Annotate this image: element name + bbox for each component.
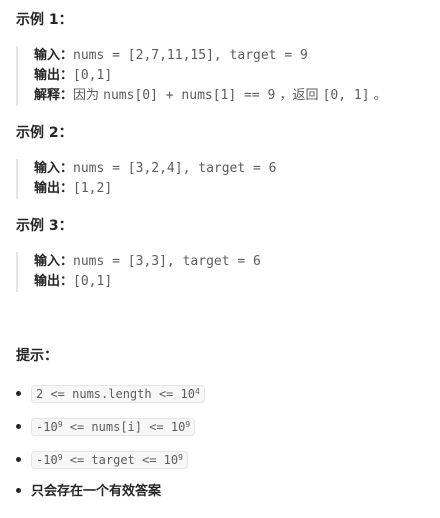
output-value: [0,1] xyxy=(73,274,113,289)
output-label: 输出： xyxy=(34,68,74,83)
hint-code-text: -10 xyxy=(36,453,58,467)
hint-code: -109 <= target <= 109 xyxy=(31,451,188,469)
input-label: 输入： xyxy=(34,48,74,63)
explain-label: 解释： xyxy=(34,88,74,103)
hint-code: 2 <= nums.length <= 104 xyxy=(31,385,205,403)
bullet-icon xyxy=(16,488,21,493)
hint-exponent: 9 xyxy=(57,420,63,429)
example-2-input: 输入：nums = [3,2,4], target = 6 xyxy=(34,159,436,179)
explain-code: nums[0] + nums[1] == 9 xyxy=(103,88,276,103)
input-label: 输入： xyxy=(34,254,74,269)
bullet-icon xyxy=(16,424,21,429)
hint-text: 只会存在一个有效答案 xyxy=(31,484,162,499)
bullet-icon xyxy=(16,391,21,396)
input-value: nums = [3,2,4], target = 6 xyxy=(73,161,277,176)
explain-result: [0, 1] xyxy=(322,88,370,103)
hint-exponent: 4 xyxy=(194,387,200,396)
hint-code: -109 <= nums[i] <= 109 xyxy=(31,418,196,436)
explain-suffix: 。 xyxy=(369,88,387,103)
hint-code-text: 2 <= nums.length <= 10 xyxy=(36,387,195,401)
example-2-heading: 示例 2： xyxy=(16,125,73,141)
example-1-output: 输出：[0,1] xyxy=(34,66,436,86)
input-label: 输入： xyxy=(34,161,74,176)
example-1-explanation: 解释：因为 nums[0] + nums[1] == 9 ，返回 [0, 1] … xyxy=(34,86,436,106)
example-3-block: 输入：nums = [3,3], target = 6 输出：[0,1] xyxy=(16,252,436,292)
example-1-heading: 示例 1： xyxy=(16,12,73,28)
input-value: nums = [2,7,11,15], target = 9 xyxy=(73,48,308,63)
hint-code-text: <= nums[i] <= 10 xyxy=(62,420,186,434)
hint-exponent: 9 xyxy=(178,453,183,462)
input-value: nums = [3,3], target = 6 xyxy=(73,254,261,269)
explain-prefix: 因为 xyxy=(73,88,104,103)
output-value: [1,2] xyxy=(73,181,113,196)
hint-item: 只会存在一个有效答案 xyxy=(16,481,161,503)
example-2-block: 输入：nums = [3,2,4], target = 6 输出：[1,2] xyxy=(16,159,436,199)
example-3-output: 输出：[0,1] xyxy=(34,272,436,292)
example-2-output: 输出：[1,2] xyxy=(34,179,436,199)
example-1-block: 输入：nums = [2,7,11,15], target = 9 输出：[0,… xyxy=(16,46,436,106)
explain-mid: ，返回 xyxy=(275,88,323,103)
output-label: 输出： xyxy=(34,274,74,289)
hint-exponent: 9 xyxy=(185,420,191,429)
example-1-input: 输入：nums = [2,7,11,15], target = 9 xyxy=(34,46,436,66)
hint-item: 2 <= nums.length <= 104 xyxy=(16,383,205,405)
bullet-icon xyxy=(16,457,21,462)
hint-item: -109 <= target <= 109 xyxy=(16,449,188,471)
problem-description: 示例 1： 输入：nums = [2,7,11,15], target = 9 … xyxy=(0,0,440,518)
hint-code-text: -10 xyxy=(36,420,58,434)
hints-heading: 提示： xyxy=(16,348,58,364)
output-label: 输出： xyxy=(34,181,74,196)
hint-item: -109 <= nums[i] <= 109 xyxy=(16,416,196,438)
hint-code-text: <= target <= 10 xyxy=(62,453,179,467)
example-3-heading: 示例 3： xyxy=(16,218,73,234)
hint-exponent: 9 xyxy=(57,453,63,462)
output-value: [0,1] xyxy=(73,68,113,83)
example-3-input: 输入：nums = [3,3], target = 6 xyxy=(34,252,436,272)
